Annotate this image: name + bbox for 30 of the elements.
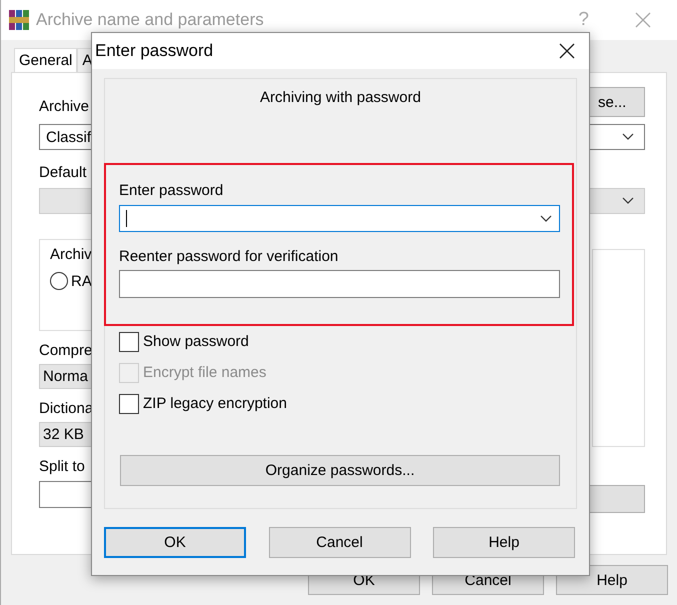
- chevron-down-icon: [622, 133, 634, 141]
- dialog-heading: Archiving with password: [260, 89, 421, 106]
- window-title: Archive name and parameters: [36, 10, 265, 30]
- dialog-title: Enter password: [95, 41, 214, 61]
- dialog-button[interactable]: Help: [433, 527, 575, 558]
- organize-passwords-button[interactable]: Organize passwords...: [120, 455, 560, 486]
- password-field[interactable]: [119, 205, 560, 232]
- verify-password-field[interactable]: [119, 270, 560, 298]
- field-label: Compre: [39, 342, 92, 359]
- field-label: Reenter password for verification: [119, 248, 338, 265]
- checkbox-label: Encrypt file names: [143, 364, 266, 381]
- radio-label: RA: [71, 272, 92, 290]
- radio-button[interactable]: [50, 272, 68, 290]
- archive-books-icon: [8, 9, 30, 31]
- chevron-down-icon: [540, 214, 552, 222]
- field-label: Dictiona: [39, 400, 94, 417]
- dialog-button[interactable]: OK: [104, 527, 246, 558]
- text-cursor: [126, 210, 127, 227]
- field-label: Split to: [39, 458, 85, 475]
- field-label: Enter password: [119, 182, 224, 199]
- close-icon[interactable]: [559, 43, 575, 59]
- dialog-button[interactable]: Cancel: [268, 527, 410, 558]
- checkbox-label: ZIP legacy encryption: [143, 395, 287, 412]
- checkbox[interactable]: [119, 332, 139, 352]
- field-label: Archive: [39, 98, 90, 117]
- chevron-down-icon: [622, 197, 634, 205]
- tab[interactable]: General: [14, 48, 78, 72]
- checkbox-label: Show password: [143, 333, 249, 350]
- field-label: Default: [39, 164, 87, 181]
- checkbox[interactable]: [119, 394, 139, 414]
